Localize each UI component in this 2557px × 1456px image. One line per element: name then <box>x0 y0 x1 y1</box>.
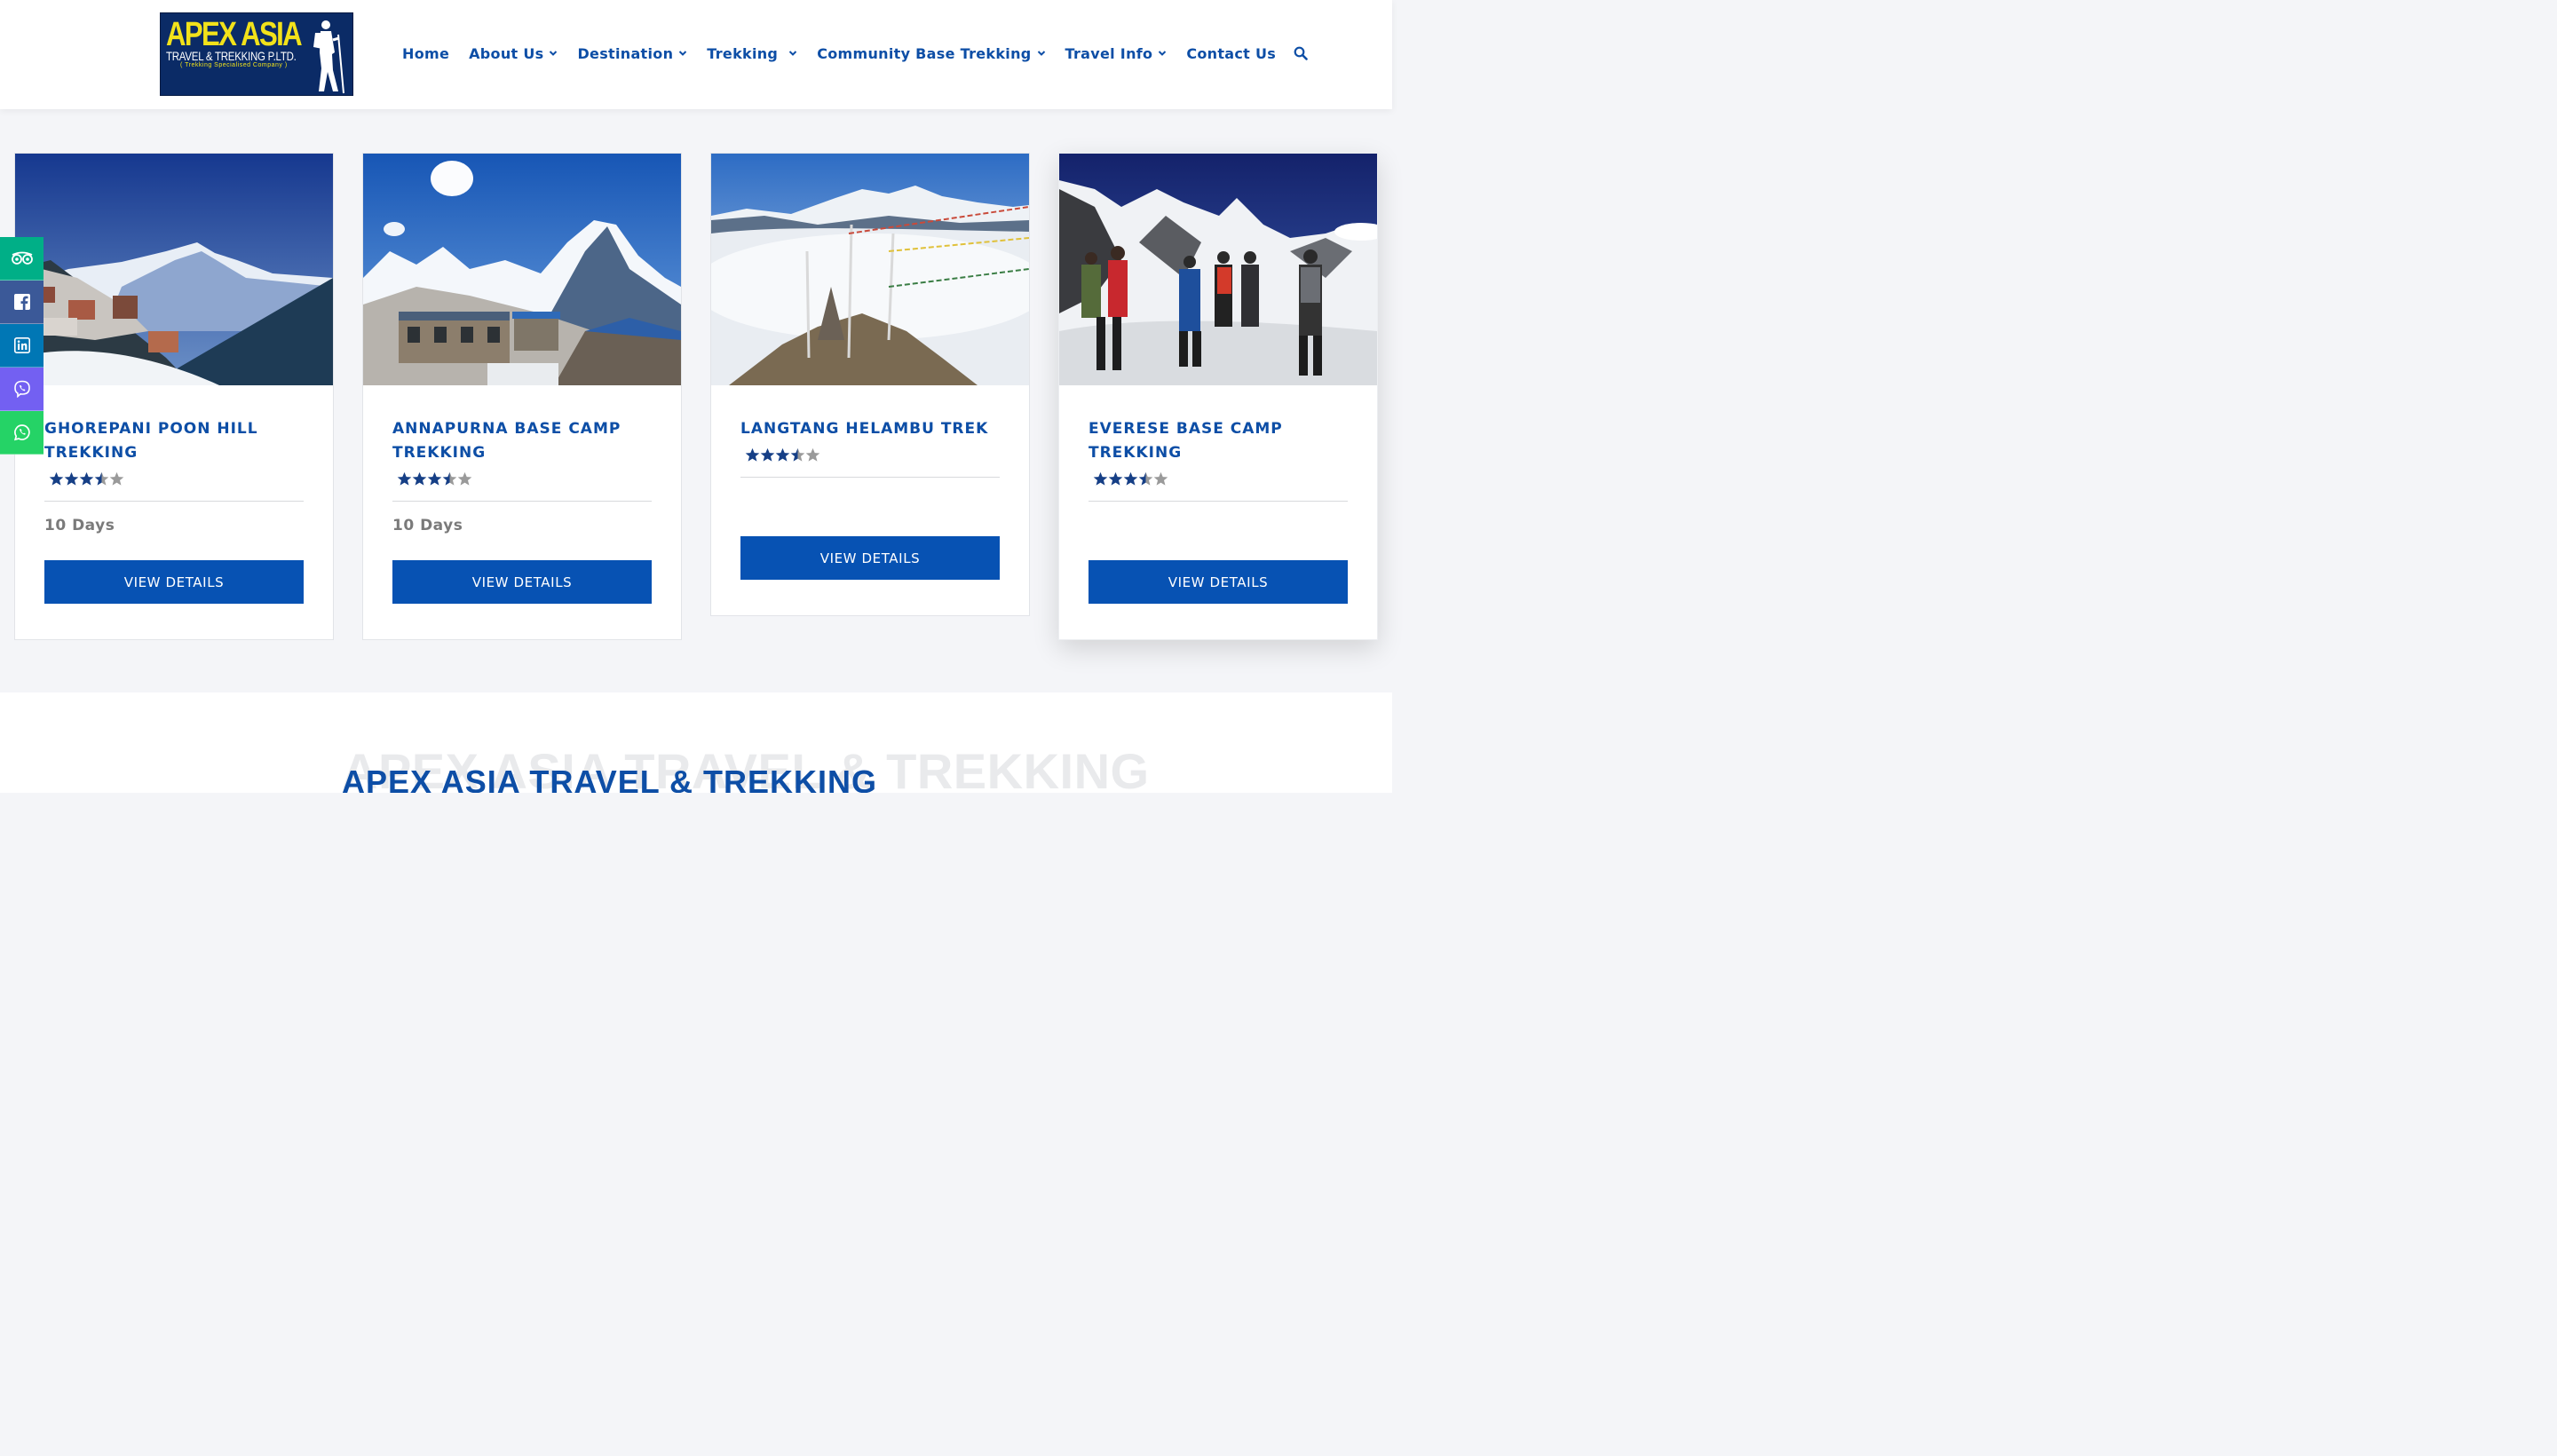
nav-community-base-trekking[interactable]: Community Base Trekking <box>817 45 1045 62</box>
trek-image[interactable] <box>711 154 1029 385</box>
whatsapp-icon <box>13 424 30 441</box>
star-half-icon <box>94 471 109 486</box>
linkedin-icon <box>13 337 30 353</box>
search-button[interactable] <box>1294 46 1308 60</box>
star-rating <box>745 443 1000 466</box>
divider <box>44 501 304 502</box>
chevron-down-icon <box>1037 51 1045 56</box>
star-half-icon <box>790 447 805 462</box>
logo-sub-text: TRAVEL & TREKKING P.LTD. <box>166 49 297 63</box>
trek-card: ANNAPURNA BASE CAMP TREKKING 10 Days VIE… <box>362 153 682 640</box>
star-full-icon <box>1093 471 1108 486</box>
tripadvisor-button[interactable] <box>0 237 44 281</box>
nav-home[interactable]: Home <box>402 45 449 62</box>
tripadvisor-icon <box>11 251 33 265</box>
linkedin-button[interactable] <box>0 324 44 368</box>
nav-trekking[interactable]: Trekking <box>707 45 797 62</box>
trek-title[interactable]: GHOREPANI POON HILL TREKKING <box>44 417 304 465</box>
view-details-button[interactable]: VIEW DETAILS <box>1089 560 1348 604</box>
view-details-button[interactable]: VIEW DETAILS <box>392 560 652 604</box>
view-details-button[interactable]: VIEW DETAILS <box>740 536 1000 580</box>
chevron-down-icon <box>550 51 558 56</box>
star-full-icon <box>64 471 79 486</box>
star-rating <box>49 467 304 490</box>
trek-duration <box>740 493 1000 512</box>
trek-image[interactable] <box>15 154 333 385</box>
trek-title[interactable]: ANNAPURNA BASE CAMP TREKKING <box>392 417 652 465</box>
star-full-icon <box>1123 471 1138 486</box>
divider <box>740 477 1000 478</box>
whatsapp-button[interactable] <box>0 411 44 455</box>
nav-about-us[interactable]: About Us <box>469 45 558 62</box>
trek-image[interactable] <box>363 154 681 385</box>
viber-icon <box>13 380 30 398</box>
facebook-icon <box>13 294 30 310</box>
trek-duration: 10 Days <box>392 517 463 534</box>
trek-duration <box>1089 517 1348 536</box>
chevron-down-icon <box>679 51 687 56</box>
hiker-icon <box>313 20 344 94</box>
star-empty-icon <box>1153 471 1168 486</box>
star-empty-icon <box>109 471 124 486</box>
star-empty-icon <box>457 471 472 486</box>
main-nav: Home About Us Destination Trekking Commu… <box>402 43 1308 64</box>
social-sidebar <box>0 237 44 455</box>
star-half-icon <box>442 471 457 486</box>
star-half-icon <box>1138 471 1153 486</box>
nav-destination[interactable]: Destination <box>577 45 687 62</box>
trek-card: LANGTANG HELAMBU TREK VIEW DETAILS <box>710 153 1030 616</box>
viber-button[interactable] <box>0 368 44 411</box>
trek-card: GHOREPANI POON HILL TREKKING 10 Days VIE… <box>14 153 334 640</box>
trek-title[interactable]: LANGTANG HELAMBU TREK <box>740 417 1000 441</box>
star-full-icon <box>760 447 775 462</box>
trek-title[interactable]: EVERESE BASE CAMP TREKKING <box>1089 417 1348 465</box>
star-full-icon <box>745 447 760 462</box>
star-empty-icon <box>805 447 820 462</box>
view-details-button[interactable]: VIEW DETAILS <box>44 560 304 604</box>
star-full-icon <box>427 471 442 486</box>
star-rating <box>397 467 652 490</box>
about-section: APEX ASIA TRAVEL & TREKKING APEX ASIA TR… <box>0 692 1392 793</box>
search-icon <box>1294 46 1308 60</box>
star-full-icon <box>397 471 412 486</box>
star-full-icon <box>49 471 64 486</box>
star-full-icon <box>1108 471 1123 486</box>
logo-tagline: ( Trekking Specialised Company ) <box>180 62 288 68</box>
trek-card: EVERESE BASE CAMP TREKKING VIEW DETAILS <box>1058 153 1378 640</box>
chevron-down-icon <box>788 51 797 56</box>
star-full-icon <box>79 471 94 486</box>
facebook-button[interactable] <box>0 281 44 324</box>
star-full-icon <box>775 447 790 462</box>
trek-duration: 10 Days <box>44 517 115 534</box>
trek-image[interactable] <box>1059 154 1377 385</box>
site-header: APEX ASIA TRAVEL & TREKKING P.LTD. ( Tre… <box>0 0 1392 109</box>
section-title: APEX ASIA TRAVEL & TREKKING <box>342 764 878 793</box>
nav-contact-us[interactable]: Contact Us <box>1186 45 1276 62</box>
chevron-down-icon <box>1159 51 1167 56</box>
nav-travel-info[interactable]: Travel Info <box>1065 45 1168 62</box>
divider <box>392 501 652 502</box>
divider <box>1089 501 1348 502</box>
star-rating <box>1093 467 1348 490</box>
star-full-icon <box>412 471 427 486</box>
site-logo[interactable]: APEX ASIA TRAVEL & TREKKING P.LTD. ( Tre… <box>160 12 353 96</box>
